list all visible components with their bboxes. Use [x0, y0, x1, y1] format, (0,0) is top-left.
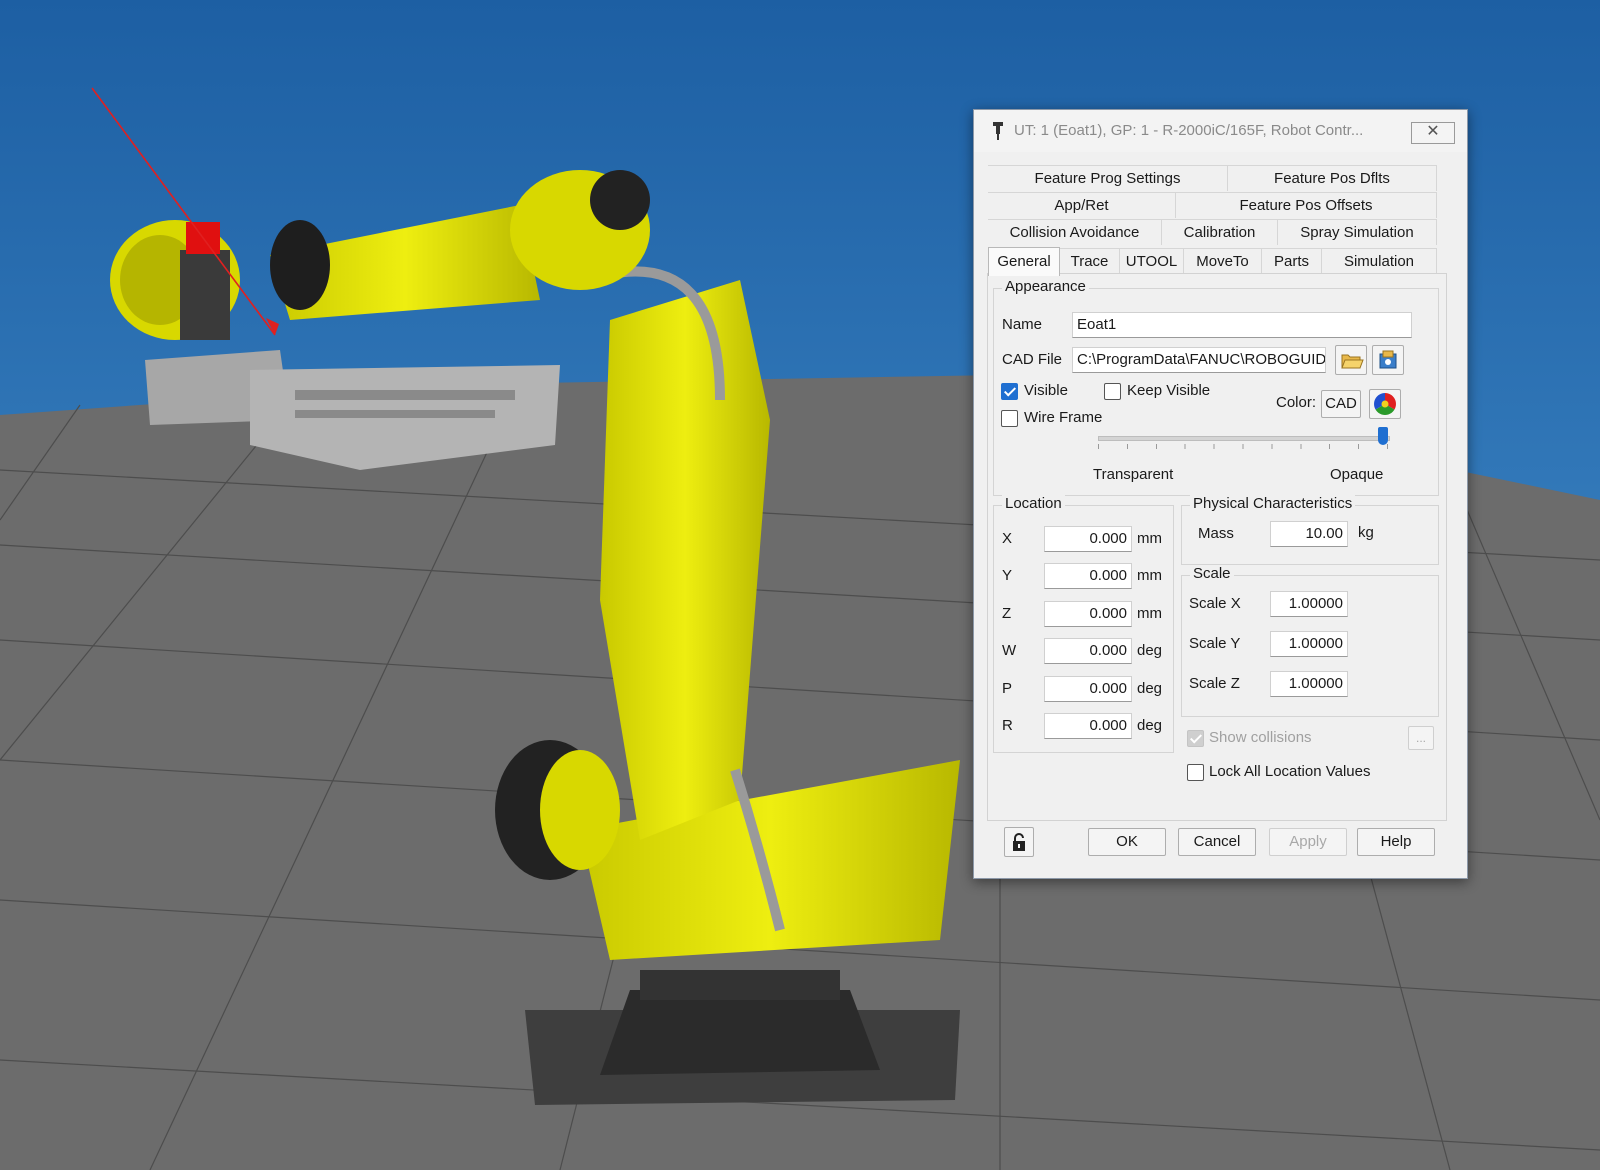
- tab-trace[interactable]: Trace: [1060, 248, 1120, 274]
- close-button[interactable]: ✕: [1411, 122, 1455, 144]
- wire-frame-label: Wire Frame: [1024, 409, 1103, 426]
- tab-moveto[interactable]: MoveTo: [1184, 248, 1262, 274]
- tab-utool[interactable]: UTOOL: [1120, 248, 1184, 274]
- location-p-label: P: [1002, 679, 1013, 697]
- scale-z-field[interactable]: 1.00000: [1270, 671, 1348, 697]
- scale-y-field[interactable]: 1.00000: [1270, 631, 1348, 657]
- location-w-unit: deg: [1137, 642, 1163, 660]
- lock-location-checkbox[interactable]: [1187, 764, 1204, 781]
- keep-visible-label: Keep Visible: [1127, 382, 1211, 399]
- location-y-unit: mm: [1137, 567, 1162, 585]
- pin-icon: [993, 122, 1003, 140]
- tab-collision-avoidance[interactable]: Collision Avoidance: [988, 219, 1162, 245]
- tab-app-ret[interactable]: App/Ret: [988, 192, 1176, 218]
- lock-location-label: Lock All Location Values: [1209, 763, 1371, 780]
- apply-button: Apply: [1269, 828, 1347, 856]
- color-picker-button[interactable]: [1369, 389, 1401, 419]
- tab-simulation[interactable]: Simulation: [1322, 248, 1437, 274]
- scale-caption: Scale: [1190, 565, 1234, 582]
- help-button[interactable]: Help: [1357, 828, 1435, 856]
- cancel-button[interactable]: Cancel: [1178, 828, 1256, 856]
- tab-feature-pos-offsets[interactable]: Feature Pos Offsets: [1176, 192, 1437, 218]
- tab-general[interactable]: General: [988, 247, 1060, 276]
- padlock-icon: [1013, 833, 1025, 851]
- collisions-options-button: ...: [1408, 726, 1434, 750]
- location-w-field[interactable]: 0.000: [1044, 638, 1132, 665]
- location-z-field[interactable]: 0.000: [1044, 600, 1132, 627]
- tab-feature-prog-settings[interactable]: Feature Prog Settings: [988, 165, 1228, 191]
- color-label: Color:: [1276, 394, 1317, 411]
- physical-caption: Physical Characteristics: [1190, 495, 1356, 512]
- keep-visible-checkbox[interactable]: [1104, 383, 1121, 400]
- cad-library-button[interactable]: [1372, 345, 1404, 375]
- show-collisions-checkbox: [1187, 730, 1204, 747]
- cad-file-label: CAD File: [1002, 351, 1063, 368]
- browse-cad-button[interactable]: [1335, 345, 1367, 375]
- location-x-unit: mm: [1137, 530, 1162, 547]
- dialog-title: UT: 1 (Eoat1), GP: 1 - R-2000iC/165F, Ro…: [1014, 122, 1364, 139]
- location-z-label: Z: [1002, 604, 1012, 622]
- color-wheel-icon: [1374, 393, 1396, 415]
- cad-library-icon: [1379, 350, 1397, 369]
- cad-color-button[interactable]: CAD: [1321, 390, 1361, 418]
- opaque-label: Opaque: [1330, 466, 1384, 483]
- name-label: Name: [1002, 316, 1043, 333]
- slider-track: [1098, 436, 1390, 441]
- location-r-unit: deg: [1137, 717, 1163, 734]
- location-y-field[interactable]: 0.000: [1044, 563, 1132, 590]
- appearance-caption: Appearance: [1002, 278, 1089, 295]
- tab-calibration[interactable]: Calibration: [1162, 219, 1278, 245]
- visible-label: Visible: [1024, 382, 1068, 399]
- slider-thumb[interactable]: [1378, 427, 1388, 445]
- ok-button[interactable]: OK: [1088, 828, 1166, 856]
- tab-spray-simulation[interactable]: Spray Simulation: [1278, 219, 1437, 245]
- mass-field[interactable]: 10.00: [1270, 521, 1348, 547]
- title-bar[interactable]: UT: 1 (Eoat1), GP: 1 - R-2000iC/165F, Ro…: [974, 110, 1467, 152]
- tab-parts[interactable]: Parts: [1262, 248, 1322, 274]
- properties-dialog: UT: 1 (Eoat1), GP: 1 - R-2000iC/165F, Ro…: [973, 109, 1468, 879]
- close-icon: ✕: [1426, 123, 1440, 140]
- folder-open-icon: [1341, 354, 1364, 369]
- location-r-field[interactable]: 0.000: [1044, 713, 1132, 739]
- lock-button[interactable]: [1004, 827, 1034, 857]
- mass-label: Mass: [1198, 525, 1234, 542]
- show-collisions-label: Show collisions: [1209, 729, 1312, 746]
- location-x-field[interactable]: 0.000: [1044, 526, 1132, 552]
- scale-x-label: Scale X: [1189, 595, 1241, 612]
- location-p-unit: deg: [1137, 679, 1163, 697]
- wire-frame-checkbox[interactable]: [1001, 410, 1018, 427]
- cad-file-field[interactable]: C:\ProgramData\FANUC\ROBOGUIDE\: [1072, 347, 1326, 373]
- general-tab-panel: Appearance Name Eoat1 CAD File C:\Progra…: [987, 273, 1447, 821]
- scale-x-field[interactable]: 1.00000: [1270, 591, 1348, 617]
- transparent-label: Transparent: [1093, 466, 1174, 483]
- mass-unit: kg: [1358, 524, 1374, 541]
- location-p-field[interactable]: 0.000: [1044, 675, 1132, 702]
- scale-z-label: Scale Z: [1189, 675, 1240, 692]
- location-y-label: Y: [1002, 567, 1013, 585]
- tab-feature-pos-dflts[interactable]: Feature Pos Dflts: [1228, 165, 1437, 191]
- scale-y-label: Scale Y: [1189, 635, 1241, 652]
- location-w-label: W: [1002, 642, 1017, 660]
- location-x-label: X: [1002, 530, 1013, 547]
- location-caption: Location: [1002, 495, 1065, 512]
- slider-ticks: [1098, 444, 1388, 449]
- name-field[interactable]: Eoat1: [1072, 312, 1412, 338]
- location-z-unit: mm: [1137, 604, 1162, 622]
- opacity-slider[interactable]: [1098, 424, 1390, 454]
- visible-checkbox[interactable]: [1001, 383, 1018, 400]
- location-r-label: R: [1002, 717, 1013, 734]
